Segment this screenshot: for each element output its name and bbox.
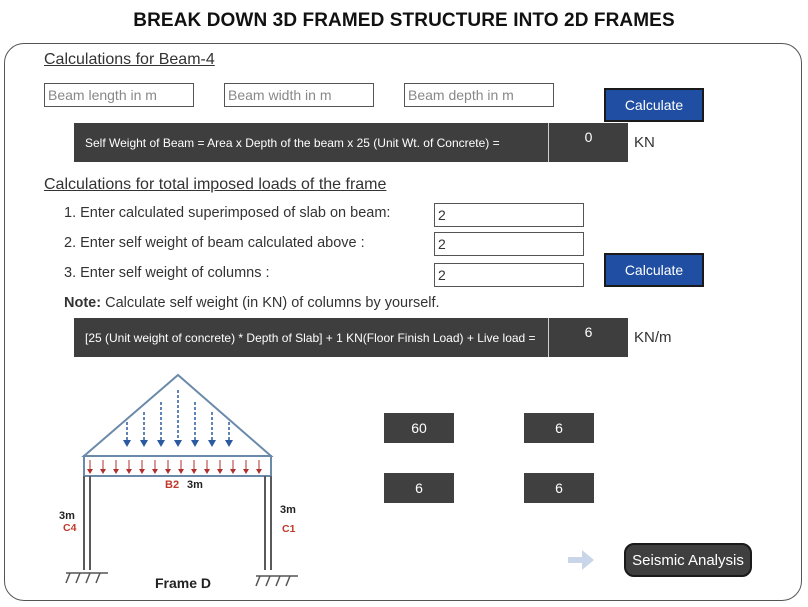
left-column — [83, 476, 91, 570]
load-section-heading: Calculations for total imposed loads of … — [44, 176, 387, 193]
note-label: Note: — [64, 295, 102, 311]
right-support — [255, 575, 298, 587]
frame-name-label: Frame D — [155, 575, 211, 591]
column-weight-input[interactable] — [434, 263, 584, 287]
page-title: BREAK DOWN 3D FRAMED STRUCTURE INTO 2D F… — [133, 10, 675, 31]
note-text: Note: Calculate self weight (in KN) of c… — [64, 295, 440, 311]
beam-weight-input[interactable] — [434, 232, 584, 256]
beam-length-input[interactable] — [44, 83, 194, 107]
self-weight-result: 0 — [548, 123, 628, 162]
beam — [83, 455, 272, 477]
note-body: Calculate self weight (in KN) of columns… — [101, 295, 440, 311]
column-weight-label: 3. Enter self weight of columns : — [64, 265, 270, 281]
beam-depth-input[interactable] — [404, 83, 554, 107]
slab-load-arrows — [123, 390, 233, 447]
left-support — [65, 572, 108, 584]
right-column-label: C1 — [282, 523, 296, 535]
left-column-label: C4 — [63, 522, 77, 534]
beam-calculate-button[interactable]: Calculate — [604, 88, 704, 122]
imposed-load-formula: [25 (Unit weight of concrete) * Depth of… — [74, 318, 548, 357]
imposed-load-unit: KN/m — [634, 329, 672, 346]
right-column — [264, 476, 272, 570]
imposed-load-result: 6 — [548, 318, 628, 357]
beam-section-heading: Calculations for Beam-4 — [44, 51, 215, 68]
self-weight-formula: Self Weight of Beam = Area x Depth of th… — [74, 123, 548, 162]
right-height-label: 3m — [280, 504, 296, 516]
beam-weight-label: 2. Enter self weight of beam calculated … — [64, 235, 365, 251]
left-height-label: 3m — [59, 510, 75, 522]
slab-load-label: 1. Enter calculated superimposed of slab… — [64, 205, 391, 221]
result-box-2: 6 — [524, 413, 594, 443]
load-calculate-button[interactable]: Calculate — [604, 253, 704, 287]
arrow-right-icon[interactable] — [566, 547, 596, 573]
beam-span-label: 3m — [187, 479, 203, 491]
slab-load-input[interactable] — [434, 203, 584, 227]
self-weight-unit: KN — [634, 134, 655, 151]
beam-width-input[interactable] — [224, 83, 374, 107]
result-box-3: 6 — [384, 473, 454, 503]
beam-label: B2 — [165, 479, 179, 491]
result-box-4: 6 — [524, 473, 594, 503]
seismic-analysis-button[interactable]: Seismic Analysis — [624, 543, 752, 577]
result-box-1: 60 — [384, 413, 454, 443]
frame-diagram: B2 3m 3m C4 3m C1 Frame D — [59, 373, 298, 591]
